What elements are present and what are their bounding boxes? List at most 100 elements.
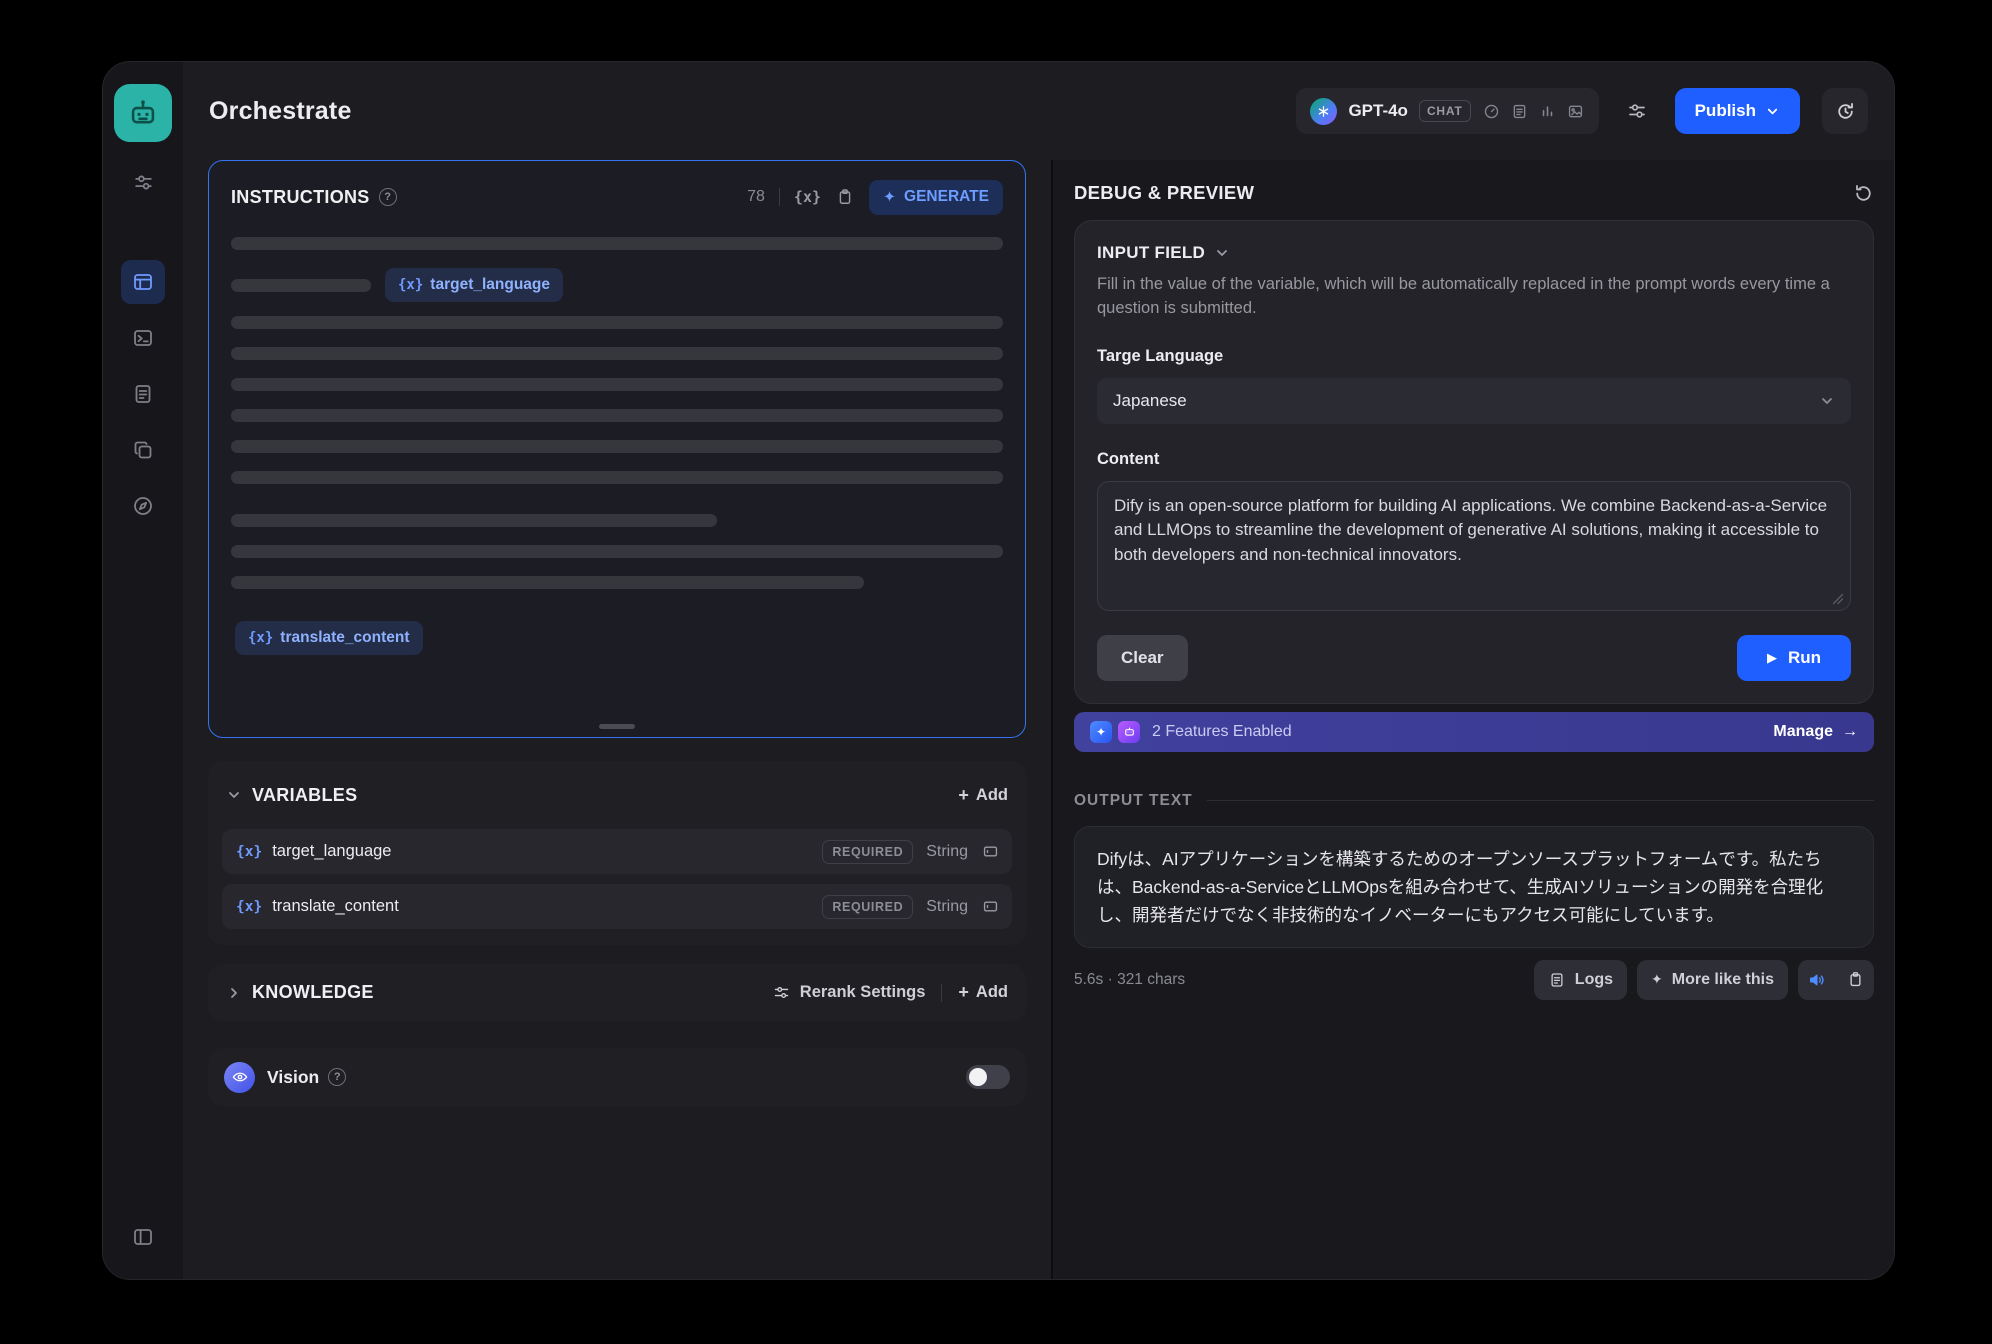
input-field-header[interactable]: INPUT FIELD: [1097, 243, 1851, 263]
divider: [1207, 800, 1874, 801]
sparkle-icon: ✦: [883, 188, 896, 207]
char-count: 78: [747, 188, 765, 206]
input-field-description: Fill in the value of the variable, which…: [1097, 273, 1851, 321]
variable-chip-translate-content[interactable]: {x} translate_content: [235, 621, 423, 655]
terminal-icon: [131, 326, 155, 350]
help-icon[interactable]: ?: [328, 1068, 346, 1086]
generate-button[interactable]: ✦ GENERATE: [869, 180, 1003, 215]
history-button[interactable]: [1822, 88, 1868, 134]
page-title: Orchestrate: [209, 97, 352, 126]
variable-chip-target-language[interactable]: {x} target_language: [385, 268, 563, 302]
add-knowledge-button[interactable]: + Add: [958, 982, 1008, 1003]
compass-icon: [131, 494, 155, 518]
sidebar-item-monitoring[interactable]: [121, 484, 165, 528]
sidebar-item-orchestrate[interactable]: [121, 260, 165, 304]
manage-features-button[interactable]: Manage →: [1773, 723, 1858, 741]
output-text-title: OUTPUT TEXT: [1074, 792, 1193, 810]
features-enabled-bar[interactable]: ✦ 2 Features Enabled Manage →: [1074, 712, 1874, 752]
chevron-down-icon: [1819, 393, 1835, 409]
orchestrate-pane: INSTRUCTIONS ? 78 {x}: [183, 160, 1051, 1279]
variables-header: VARIABLES + Add: [222, 771, 1012, 819]
logs-button[interactable]: Logs: [1534, 960, 1627, 1000]
sidebar-item-terminal[interactable]: [121, 316, 165, 360]
main-area: Orchestrate GPT-4o CHAT: [183, 62, 1894, 1279]
copy-output-button[interactable]: [1836, 960, 1874, 1000]
variables-section: VARIABLES + Add {x} target_language REQU…: [208, 761, 1026, 945]
target-language-label: Targe Language: [1097, 347, 1851, 366]
more-like-this-feature-icon: ✦: [1090, 721, 1112, 743]
variable-type: String: [926, 898, 968, 916]
top-bar-actions: GPT-4o CHAT Publish: [1296, 88, 1868, 134]
clipboard-icon: [1846, 970, 1865, 989]
add-variable-button[interactable]: + Add: [958, 785, 1008, 806]
sidebar: [103, 62, 183, 1279]
gauge-icon: [1482, 102, 1501, 121]
skeleton-line: [231, 576, 864, 589]
resize-corner-icon[interactable]: [1832, 593, 1844, 605]
tts-feature-icon: [1118, 721, 1140, 743]
sidebar-item-logs[interactable]: [121, 372, 165, 416]
run-button[interactable]: ▶ Run: [1737, 635, 1851, 681]
instructions-editor[interactable]: INSTRUCTIONS ? 78 {x}: [208, 160, 1026, 738]
variable-icon: {x}: [398, 277, 423, 293]
vision-section: Vision ?: [208, 1048, 1026, 1106]
app-avatar[interactable]: [114, 84, 172, 142]
variable-row-translate-content[interactable]: {x} translate_content REQUIRED String: [222, 884, 1012, 929]
run-label: Run: [1788, 648, 1821, 668]
model-parameters-button[interactable]: [1615, 89, 1659, 133]
more-like-this-button[interactable]: ✦ More like this: [1637, 960, 1788, 1000]
required-badge: REQUIRED: [822, 895, 913, 919]
insert-variable-button[interactable]: {x}: [794, 188, 821, 206]
logs-icon: [1548, 971, 1566, 989]
history-icon: [1835, 101, 1856, 122]
sidebar-item-settings[interactable]: [121, 160, 165, 204]
copy-prompt-button[interactable]: [835, 187, 855, 207]
chevron-down-icon[interactable]: [226, 787, 242, 803]
field-type-icon[interactable]: [981, 897, 1000, 916]
knowledge-title: KNOWLEDGE: [252, 982, 374, 1003]
text-to-speech-button[interactable]: [1798, 960, 1836, 1000]
skeleton-line: [231, 409, 1003, 422]
generate-label: GENERATE: [904, 188, 989, 206]
input-field-title: INPUT FIELD: [1097, 243, 1205, 263]
refresh-icon: [1853, 183, 1874, 204]
variable-meta: REQUIRED String: [822, 895, 1000, 919]
variable-name: translate_content: [272, 897, 399, 916]
publish-button[interactable]: Publish: [1675, 88, 1800, 134]
plus-icon: +: [958, 982, 969, 1003]
rerank-settings-label: Rerank Settings: [800, 983, 926, 1002]
rerank-settings-button[interactable]: Rerank Settings: [772, 983, 926, 1002]
model-name: GPT-4o: [1348, 101, 1408, 121]
variable-icon: {x}: [236, 899, 262, 915]
chevron-down-icon: [1214, 245, 1230, 261]
skeleton-line: [231, 316, 1003, 329]
vision-toggle[interactable]: [966, 1065, 1010, 1089]
field-type-icon[interactable]: [981, 842, 1000, 861]
sidebar-item-annotations[interactable]: [121, 428, 165, 472]
restart-button[interactable]: [1853, 183, 1874, 204]
variable-type: String: [926, 843, 968, 861]
features-enabled-text: 2 Features Enabled: [1152, 723, 1292, 741]
skeleton-line: [231, 545, 1003, 558]
content-textarea[interactable]: Dify is an open-source platform for buil…: [1097, 481, 1851, 611]
vision-label: Vision: [267, 1067, 319, 1088]
input-field-card: INPUT FIELD Fill in the value of the var…: [1074, 220, 1874, 704]
toggle-knob: [969, 1068, 987, 1086]
orchestrate-icon: [131, 270, 155, 294]
knowledge-actions: Rerank Settings + Add: [772, 982, 1008, 1003]
skeleton-line: [231, 378, 1003, 391]
resize-handle[interactable]: [599, 724, 635, 729]
output-text-header: OUTPUT TEXT: [1074, 792, 1874, 810]
model-selector[interactable]: GPT-4o CHAT: [1296, 88, 1598, 134]
chevron-right-icon[interactable]: [226, 985, 242, 1001]
variable-row-target-language[interactable]: {x} target_language REQUIRED String: [222, 829, 1012, 874]
help-icon[interactable]: ?: [379, 188, 397, 206]
target-language-select[interactable]: Japanese: [1097, 378, 1851, 424]
collapse-sidebar-button[interactable]: [121, 1215, 165, 1259]
add-label: Add: [976, 983, 1008, 1002]
instructions-header: INSTRUCTIONS ? 78 {x}: [231, 177, 1003, 217]
app-window: Orchestrate GPT-4o CHAT: [102, 61, 1895, 1280]
divider: [779, 188, 780, 206]
clear-button[interactable]: Clear: [1097, 635, 1188, 681]
more-like-this-label: More like this: [1672, 971, 1774, 989]
